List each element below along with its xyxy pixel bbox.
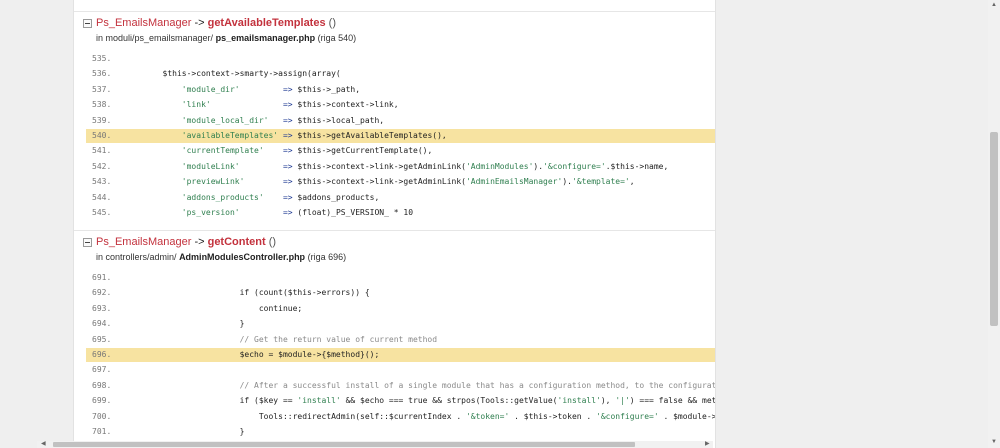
backtrace-panel: Ps_EmailsManager -> getAvailableTemplate… [73,0,716,448]
code-text: 'previewLink' => $this->context->link->g… [181,177,635,187]
code-line: 535. [86,52,715,66]
line-number: 696. [92,350,112,359]
code-line: 538. 'link' => $this->context->link, [86,98,715,112]
code-text: $this->context->smarty->assign(array( [124,69,341,79]
line-number: 541. [92,146,112,156]
line-number: 699. [92,396,112,406]
line-number: 540. [92,131,112,140]
line-reference: (riga 540) [317,33,357,43]
highlighted-code-line: 540. 'availableTemplates' => $this->getA… [86,129,715,143]
file-path: in controllers/admin/ AdminModulesContro… [96,252,346,262]
line-number: 700. [92,411,112,421]
line-number: 693. [92,303,112,313]
code-text: 'currentTemplate' => $this->getCurrentTe… [181,146,433,156]
trace-frame-1: Ps_EmailsManager -> getAvailableTemplate… [74,16,715,230]
code-text: 'ps_version' => (float)_PS_VERSION_ * 10 [181,208,414,217]
code-line: 700. Tools::redirectAdmin(self::$current… [86,410,715,424]
horizontal-scroll-thumb[interactable] [53,442,635,447]
code-text: 'addons_products' => $addons_products, [181,192,380,202]
code-line: 693. continue; [86,302,715,316]
file-name: ps_emailsmanager.php [215,33,316,43]
line-number: 545. [92,208,112,217]
code-text: 'module_local_dir' => $this->local_path, [181,115,385,125]
class-name: Ps_EmailsManager [96,17,192,29]
path-prefix: in moduli/ps_emailsmanager/ [96,33,214,43]
file-name: AdminModulesController.php [179,252,306,262]
code-line: 691. [86,271,715,285]
line-number: 544. [92,192,112,202]
vertical-scroll-thumb[interactable] [990,132,998,326]
code-text: $echo = $module->{$method}(); [124,350,380,359]
code-line: 544. 'addons_products' => $addons_produc… [86,191,715,205]
code-text: 'module_dir' => $this->_path, [181,84,361,94]
code-line: 541. 'currentTemplate' => $this->getCurr… [86,144,715,158]
code-line: 697. [86,363,715,377]
arrow-operator: -> [194,236,205,248]
line-number: 542. [92,161,112,171]
code-text: // Get the return value of current metho… [239,334,438,344]
code-line: 536. $this->context->smarty->assign(arra… [86,67,715,81]
code-line: 701. } [86,425,715,439]
code-line: 695. // Get the return value of current … [86,333,715,347]
file-path: in moduli/ps_emailsmanager/ ps_emailsman… [96,33,356,43]
code-line: 545. 'ps_version' => (float)_PS_VERSION_… [86,206,715,220]
method-parens: () [268,236,277,248]
path-prefix: in controllers/admin/ [96,252,177,262]
code-text: } [124,319,245,329]
line-number: 535. [92,54,112,63]
code-text: continue; [124,303,303,313]
line-number: 538. [92,100,112,110]
code-line: 698. // After a successful install of a … [86,379,715,393]
collapse-toggle-icon[interactable] [83,19,92,28]
collapse-toggle-icon[interactable] [83,238,92,247]
code-text: } [124,427,245,436]
method-parens: () [328,17,336,29]
line-number: 692. [92,288,112,298]
line-number: 701. [92,427,112,436]
arrow-operator: -> [194,17,205,29]
frame-title: Ps_EmailsManager -> getContent () [96,236,276,248]
line-number: 691. [92,273,112,282]
horizontal-scrollbar[interactable]: ◀ ▶ [37,441,713,448]
frame-divider [74,230,715,231]
line-number: 697. [92,365,112,375]
highlighted-code-line: 696. $echo = $module->{$method}(); [86,348,715,362]
divider [74,11,715,12]
line-number: 698. [92,380,112,390]
code-line: 692. if (count($this->errors)) { [86,286,715,300]
line-number: 536. [92,69,112,79]
code-line: 543. 'previewLink' => $this->context->li… [86,175,715,189]
line-number: 694. [92,319,112,329]
code-line: 537. 'module_dir' => $this->_path, [86,83,715,97]
scroll-right-icon[interactable]: ▶ [705,441,710,448]
code-text: Tools::redirectAdmin(self::$currentIndex… [124,411,715,421]
method-name: getAvailableTemplates [207,17,326,29]
class-name: Ps_EmailsManager [96,236,192,248]
method-name: getContent [207,236,266,248]
line-number: 543. [92,177,112,187]
code-text: 'link' => $this->context->link, [181,100,399,110]
scroll-down-icon[interactable]: ▼ [991,439,997,445]
line-number: 695. [92,334,112,344]
scroll-up-icon[interactable]: ▲ [991,2,997,8]
frame-header: Ps_EmailsManager -> getContent () in con… [83,235,703,271]
code-line: 539. 'module_local_dir' => $this->local_… [86,114,715,128]
line-reference: (riga 696) [307,252,347,262]
code-text: // After a successful install of a singl… [239,380,715,390]
code-line: 694. } [86,317,715,331]
code-text: 'moduleLink' => $this->context->link->ge… [181,161,669,171]
trace-frame-2: Ps_EmailsManager -> getContent () in con… [74,235,715,448]
code-line: 699. if ($key == 'install' && $echo === … [86,394,715,408]
frame-title: Ps_EmailsManager -> getAvailableTemplate… [96,17,336,29]
frame-header: Ps_EmailsManager -> getAvailableTemplate… [83,16,703,52]
line-number: 539. [92,115,112,125]
scroll-left-icon[interactable]: ◀ [41,441,46,448]
code-line: 542. 'moduleLink' => $this->context->lin… [86,160,715,174]
code-text: if (count($this->errors)) { [124,288,370,298]
vertical-scrollbar[interactable]: ▲ ▼ [988,0,1000,448]
code-text: if ($key == 'install' && $echo === true … [124,396,715,406]
code-text: 'availableTemplates' => $this->getAvaila… [181,131,447,140]
line-number: 537. [92,84,112,94]
